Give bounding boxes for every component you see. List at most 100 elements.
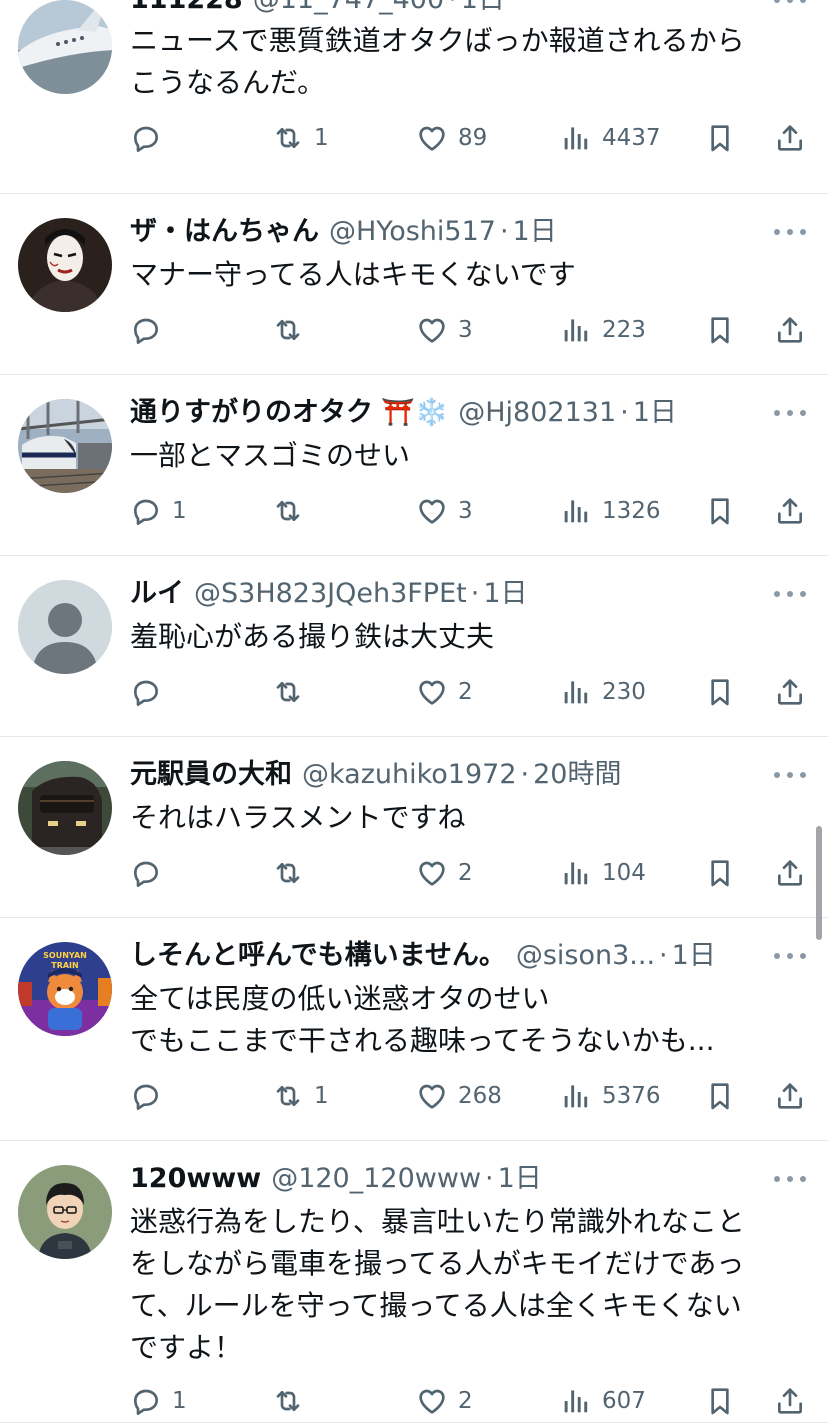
views-button[interactable]: 104	[560, 851, 646, 895]
timestamp[interactable]: 1日	[633, 393, 677, 433]
reply-button[interactable]: 1	[130, 1379, 187, 1423]
share-button[interactable]	[774, 851, 806, 895]
scrollbar[interactable]	[816, 826, 822, 940]
user-handle[interactable]: @11_747_400	[253, 0, 444, 20]
separator-dot: ·	[659, 940, 668, 971]
share-button[interactable]	[774, 1074, 806, 1118]
avatar[interactable]	[18, 0, 112, 94]
more-icon[interactable]	[774, 946, 806, 966]
user-handle[interactable]: @HYoshi517	[329, 212, 496, 252]
bookmark-button[interactable]	[704, 851, 736, 895]
like-button[interactable]: 2	[416, 1379, 473, 1423]
timestamp[interactable]: 20時間	[533, 755, 621, 795]
user-handle[interactable]: @S3H823JQeh3FPEt	[194, 574, 467, 614]
share-button[interactable]	[774, 489, 806, 533]
bookmark-button[interactable]	[704, 1074, 736, 1118]
bookmark-button[interactable]	[704, 1379, 736, 1423]
display-name[interactable]: ザ・はんちゃん	[130, 212, 319, 252]
reply-button[interactable]	[130, 1074, 172, 1118]
reply-button[interactable]	[130, 308, 172, 352]
like-button[interactable]: 3	[416, 489, 473, 533]
bookmark-button[interactable]	[704, 489, 736, 533]
avatar[interactable]	[18, 580, 112, 674]
like-button[interactable]: 2	[416, 851, 473, 895]
like-button[interactable]: 2	[416, 670, 473, 714]
avatar[interactable]	[18, 218, 112, 312]
like-button[interactable]: 89	[416, 116, 487, 160]
retweet-button[interactable]	[272, 670, 314, 714]
avatar[interactable]	[18, 761, 112, 855]
like-count: 2	[458, 860, 473, 886]
display-name[interactable]: ルイ	[130, 574, 184, 614]
retweet-button[interactable]: 1	[272, 116, 329, 160]
more-icon[interactable]	[774, 765, 806, 785]
views-button[interactable]: 223	[560, 308, 646, 352]
timestamp[interactable]: 1日	[483, 574, 527, 614]
more-icon[interactable]	[774, 1169, 806, 1189]
reply-count: 1	[172, 498, 187, 524]
display-name[interactable]: 元駅員の大和	[130, 755, 292, 795]
more-icon[interactable]	[774, 0, 806, 10]
reply-icon	[130, 314, 162, 346]
user-handle[interactable]: @kazuhiko1972	[302, 755, 517, 795]
share-button[interactable]	[774, 116, 806, 160]
avatar[interactable]	[18, 399, 112, 493]
share-icon	[774, 495, 806, 527]
views-button[interactable]: 607	[560, 1379, 646, 1423]
tweet-header: 111228 @11_747_400·1日	[130, 0, 768, 20]
user-handle[interactable]: @sison3...	[516, 936, 655, 976]
views-button[interactable]: 4437	[560, 116, 661, 160]
views-button[interactable]: 1326	[560, 489, 661, 533]
views-icon	[560, 1080, 592, 1112]
display-name[interactable]: しそんと呼んでも構いません。	[130, 936, 506, 976]
bookmark-button[interactable]	[704, 116, 736, 160]
user-handle[interactable]: @120_120www	[271, 1159, 481, 1199]
bookmark-button[interactable]	[704, 308, 736, 352]
retweet-button[interactable]	[272, 489, 314, 533]
more-icon[interactable]	[774, 222, 806, 242]
retweet-button[interactable]	[272, 851, 314, 895]
more-icon[interactable]	[774, 403, 806, 423]
views-icon	[560, 495, 592, 527]
tweet[interactable]: SOUNYAN TRAIN しそんと呼んでも構いません。 @sison3... · 1日全…	[0, 918, 828, 1141]
tweet[interactable]: 111228 @11_747_400·1日ニュースで悪質鉄道オタクばっか報道される…	[0, 0, 828, 194]
separator-dot: ·	[470, 578, 480, 609]
tweet[interactable]: ザ・はんちゃん @HYoshi517 · 1日 マナー守ってる人はキモくないです 3 223	[0, 194, 828, 375]
views-count: 223	[602, 317, 646, 343]
retweet-button[interactable]	[272, 308, 314, 352]
timestamp[interactable]: 1日	[513, 212, 557, 252]
display-name[interactable]: 111228	[130, 0, 243, 20]
like-button[interactable]: 3	[416, 308, 473, 352]
views-button[interactable]: 5376	[560, 1074, 661, 1118]
share-button[interactable]	[774, 1379, 806, 1423]
like-button[interactable]: 268	[416, 1074, 502, 1118]
display-name[interactable]: 120www	[130, 1159, 261, 1199]
bookmark-button[interactable]	[704, 670, 736, 714]
timestamp[interactable]: 1日	[498, 1159, 542, 1199]
tweet[interactable]: 通りすがりのオタク ⛩️❄️ @Hj802131 · 1日 一部とマスゴミのせい 1 3 132…	[0, 375, 828, 556]
tweet-text: ニュースで悪質鉄道オタクばっか報道されるから こうなるんだ。	[130, 24, 745, 99]
reply-button[interactable]	[130, 116, 172, 160]
tweet[interactable]: ルイ @S3H823JQeh3FPEt · 1日 羞恥心がある撮り鉄は大丈夫 2 230	[0, 556, 828, 737]
timestamp[interactable]: 1日	[461, 0, 505, 20]
more-icon[interactable]	[774, 584, 806, 604]
share-icon	[774, 676, 806, 708]
avatar[interactable]	[18, 1165, 112, 1259]
tweet[interactable]: 元駅員の大和 @kazuhiko1972 · 20時間 それはハラスメントですね 2 104	[0, 737, 828, 918]
display-name[interactable]: 通りすがりのオタク	[130, 393, 373, 433]
retweet-button[interactable]	[272, 1379, 314, 1423]
like-count: 2	[458, 1388, 473, 1414]
timestamp[interactable]: 1日	[672, 936, 716, 976]
reply-count: 1	[172, 1388, 187, 1414]
share-button[interactable]	[774, 670, 806, 714]
share-button[interactable]	[774, 308, 806, 352]
user-handle[interactable]: @Hj802131	[458, 393, 616, 433]
reply-button[interactable]: 1	[130, 489, 187, 533]
tweet-text: 迷惑行為をしたり、暴言吐いたり常識外れなこと をしながら電車を撮ってる人がキモイ…	[130, 1205, 745, 1364]
views-button[interactable]: 230	[560, 670, 646, 714]
retweet-button[interactable]: 1	[272, 1074, 329, 1118]
avatar[interactable]: SOUNYAN TRAIN	[18, 942, 112, 1036]
reply-button[interactable]	[130, 670, 172, 714]
tweet[interactable]: 120www @120_120www · 1日 迷惑行為をしたり、暴言吐いたり常識外れな…	[0, 1141, 828, 1423]
reply-button[interactable]	[130, 851, 172, 895]
